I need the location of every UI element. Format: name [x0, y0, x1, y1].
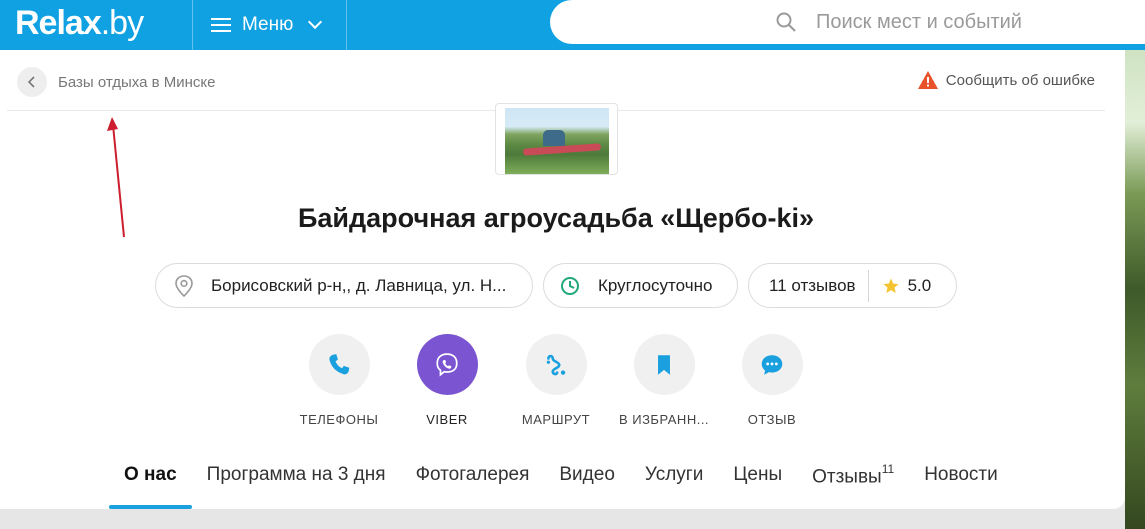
hamburger-icon [211, 18, 231, 32]
action-label: В ИЗБРАНН... [618, 412, 710, 427]
background-photo [1125, 50, 1145, 529]
tab-services[interactable]: Услуги [630, 450, 718, 509]
tab-reviews-label: Отзывы [812, 466, 882, 488]
warning-icon [917, 71, 938, 89]
address-pill[interactable]: Борисовский р-н,, д. Лавница, ул. Н... [155, 263, 533, 308]
page-title: Байдарочная агроусадьба «Щербо-ki» [297, 203, 814, 233]
report-error-link[interactable]: Сообщить об ошибке [917, 71, 1095, 89]
action-label: VIBER [426, 412, 468, 427]
tab-reviews[interactable]: Отзывы11 [797, 450, 909, 509]
page-background [0, 509, 1125, 529]
tab-video[interactable]: Видео [544, 450, 630, 509]
clock-icon [561, 276, 579, 295]
bookmark-icon [658, 354, 670, 375]
star-icon [882, 278, 899, 293]
place-photo[interactable] [495, 103, 618, 175]
menu-label: Меню [242, 14, 294, 35]
search-icon[interactable] [776, 12, 796, 32]
search-input[interactable] [816, 10, 1116, 34]
review-button[interactable]: ОТЗЫВ [717, 334, 827, 427]
place-card: Базы отдыха в Минске Сообщить об ошибке … [0, 50, 1125, 509]
chevron-down-icon [308, 14, 323, 30]
reviews-pill[interactable]: 11 отзывов 5.0 [748, 263, 957, 308]
location-pin-icon [175, 274, 193, 297]
viber-icon [436, 352, 458, 377]
phones-button[interactable]: ТЕЛЕФОНЫ [284, 334, 394, 427]
route-button[interactable]: МАРШРУТ [501, 334, 611, 427]
reviews-badge: 11 [881, 462, 895, 476]
viber-button[interactable]: VIBER [392, 334, 502, 427]
tab-program[interactable]: Программа на 3 дня [192, 450, 401, 509]
top-bar: Relax.by Меню [0, 0, 1145, 50]
hours-text: Круглосуточно [598, 275, 713, 295]
separator [867, 269, 869, 302]
menu-button[interactable]: Меню [192, 0, 347, 50]
favorites-button[interactable]: В ИЗБРАНН... [609, 334, 719, 427]
hours-pill[interactable]: Круглосуточно [543, 263, 738, 308]
comment-icon [761, 354, 783, 375]
tab-about[interactable]: О нас [109, 450, 192, 509]
action-label: ТЕЛЕФОНЫ [299, 412, 379, 427]
breadcrumb[interactable]: Базы отдыха в Минске [17, 67, 215, 97]
action-label: ОТЗЫВ [747, 412, 797, 427]
annotation-arrow-icon [107, 117, 125, 238]
reviews-count: 11 отзывов [769, 275, 856, 295]
relax-logo[interactable]: Relax.by [15, 4, 144, 43]
route-icon [546, 354, 566, 375]
tab-gallery[interactable]: Фотогалерея [401, 450, 545, 509]
back-icon[interactable] [17, 67, 47, 97]
breadcrumb-label[interactable]: Базы отдыха в Минске [58, 74, 215, 91]
report-error-label: Сообщить об ошибке [945, 71, 1095, 89]
action-label: МАРШРУТ [521, 412, 591, 427]
kayak-photo [505, 108, 609, 174]
tab-news[interactable]: Новости [909, 450, 1013, 509]
search-bar [550, 0, 1145, 44]
address-text: Борисовский р-н,, д. Лавница, ул. Н... [211, 275, 507, 295]
section-tabs: О нас Программа на 3 дня Фотогалерея Вид… [109, 450, 1013, 509]
tab-prices[interactable]: Цены [718, 450, 797, 509]
phone-icon [329, 353, 350, 374]
rating-value: 5.0 [907, 275, 932, 295]
